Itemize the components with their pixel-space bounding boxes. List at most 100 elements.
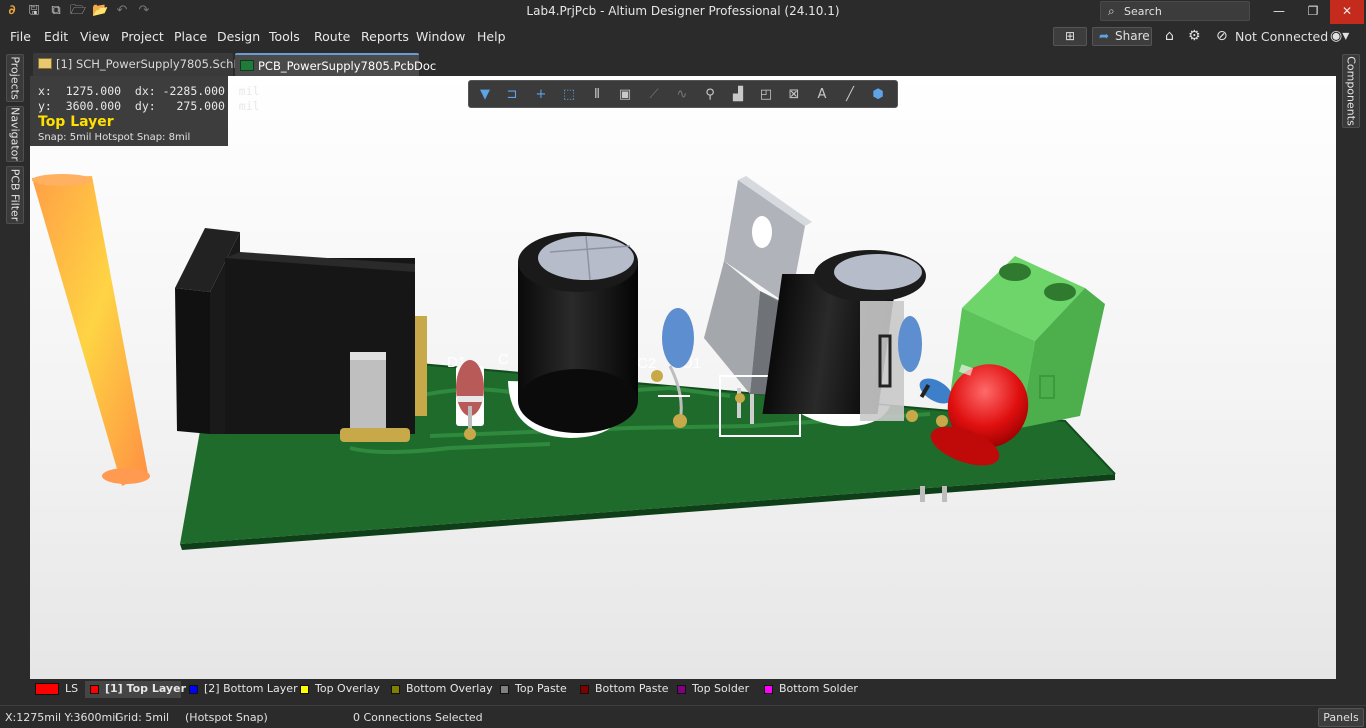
- layer-color-swatch: [500, 685, 509, 694]
- layer-tab-label: Bottom Solder: [779, 682, 858, 695]
- align-icon[interactable]: ⫴: [587, 85, 607, 105]
- panel-tab-label: PCB Filter: [8, 168, 22, 222]
- layer-tab-label: Top Paste: [515, 682, 567, 695]
- pcb-3d-viewport[interactable]: D1 C C2 U1 x: 1275.000 dx: -2285.000 mil…: [30, 76, 1336, 679]
- filter-icon[interactable]: ▼: [475, 85, 495, 105]
- menu-place[interactable]: Place: [174, 29, 207, 44]
- right-panel-dock: Components: [1336, 50, 1366, 705]
- share-label: Share: [1115, 29, 1150, 43]
- share-button[interactable]: ➦ Share: [1092, 27, 1152, 46]
- layer-tab-label: Bottom Overlay: [406, 682, 493, 695]
- user-avatar-icon[interactable]: ◉▾: [1330, 28, 1349, 44]
- layer-tab-bottom-solder[interactable]: Bottom Solder: [759, 681, 859, 698]
- layer-tabs-bar: LS [1] Top Layer [2] Bottom Layer Top Ov…: [30, 679, 1336, 699]
- layer-tab-top-layer[interactable]: [1] Top Layer: [85, 681, 186, 698]
- status-snap: (Hotspot Snap): [185, 711, 268, 724]
- menu-tools[interactable]: Tools: [269, 29, 300, 44]
- via-icon[interactable]: ⚲: [700, 85, 720, 105]
- layer-tab-label: [1] Top Layer: [105, 682, 186, 695]
- layer-color-swatch: [391, 685, 400, 694]
- panel-tab-label: Projects: [8, 56, 22, 100]
- interactive-routing-icon[interactable]: ⊐: [502, 85, 522, 105]
- tab-pcb[interactable]: PCB_PowerSupply7805.PcbDoc: [235, 53, 436, 76]
- status-bar: X:1275mil Y:3600mil Grid: 5mil (Hotspot …: [0, 705, 1366, 728]
- menu-help[interactable]: Help: [477, 29, 506, 44]
- layer-color-swatch: [764, 685, 773, 694]
- layer-color-swatch: [189, 685, 198, 694]
- pcb-doc-icon: [240, 60, 254, 71]
- layer-set-label: LS: [65, 682, 79, 695]
- schematic-doc-icon: [38, 58, 52, 69]
- layer-set-swatch: [35, 683, 59, 695]
- layer-tab-label: [2] Bottom Layer: [204, 682, 298, 695]
- silk-label-c1: C: [498, 351, 509, 368]
- silk-label-c2: C2: [637, 355, 656, 372]
- layer-color-swatch: [580, 685, 589, 694]
- hud-x-readout: x: 1275.000 dx: -2285.000 mil: [38, 84, 260, 98]
- gear-icon[interactable]: ⚙: [1188, 28, 1201, 44]
- panel-tab-projects[interactable]: Projects: [6, 54, 24, 102]
- layer-tab-top-solder[interactable]: Top Solder: [672, 681, 756, 698]
- document-tabs: [1] SCH_PowerSupply7805.SchDoc PCB_Power…: [30, 50, 1336, 76]
- layer-tab-bottom-paste[interactable]: Bottom Paste: [575, 681, 669, 698]
- menu-design[interactable]: Design: [217, 29, 260, 44]
- menu-bar: File Edit View Project Place Design Tool…: [0, 24, 1366, 50]
- active-bar-toolbar: ▼ ⊐ + ⬚ ⫴ ▣ ⟋ ∿ ⚲ ▟ ◰ ⊠ A ╱ ⬢: [468, 80, 898, 108]
- panel-tab-pcb-filter[interactable]: PCB Filter: [6, 166, 24, 224]
- search-placeholder: Search: [1124, 5, 1162, 18]
- layer-tab-bottom-layer[interactable]: [2] Bottom Layer: [184, 681, 298, 698]
- menu-route[interactable]: Route: [314, 29, 350, 44]
- menu-edit[interactable]: Edit: [44, 29, 68, 44]
- shape-icon[interactable]: ⊠: [784, 85, 804, 105]
- minimize-button[interactable]: —: [1262, 0, 1296, 24]
- comment-icon: ⊞: [1064, 29, 1076, 43]
- menu-project[interactable]: Project: [121, 29, 164, 44]
- status-grid: Grid: 5mil: [115, 711, 170, 724]
- fill-icon[interactable]: ▟: [728, 85, 748, 105]
- tab-schematic[interactable]: [1] SCH_PowerSupply7805.SchDoc: [33, 53, 256, 76]
- menu-window[interactable]: Window: [416, 29, 465, 44]
- left-panel-dock: Projects Navigator PCB Filter: [0, 50, 30, 705]
- route-icon[interactable]: ⟋: [644, 85, 664, 105]
- text-icon[interactable]: A: [812, 85, 832, 105]
- menu-view[interactable]: View: [80, 29, 110, 44]
- layer-tab-label: Top Overlay: [315, 682, 380, 695]
- title-bar: ∂ 🖫 ⧉ 🗁 📂 ↶ ↷ Lab4.PrjPcb - Altium Desig…: [0, 0, 1366, 24]
- crosshair-icon[interactable]: +: [531, 85, 551, 105]
- not-connected-icon: ⊘: [1216, 28, 1228, 44]
- 3d-body-icon[interactable]: ⬢: [868, 85, 888, 105]
- dc-jack-3d: [175, 228, 427, 442]
- component-icon[interactable]: ▣: [615, 85, 635, 105]
- line-icon[interactable]: ╱: [840, 85, 860, 105]
- panel-tab-components[interactable]: Components: [1342, 54, 1360, 128]
- hud-y-readout: y: 3600.000 dy: 275.000 mil: [38, 99, 260, 113]
- share-icon: ➦: [1099, 29, 1110, 43]
- layer-tab-top-paste[interactable]: Top Paste: [495, 681, 571, 698]
- layer-set-button[interactable]: LS: [33, 681, 81, 698]
- layer-color-swatch: [90, 685, 99, 694]
- layer-tab-top-overlay[interactable]: Top Overlay: [295, 681, 381, 698]
- close-button[interactable]: ✕: [1330, 0, 1364, 24]
- tab-label: [1] SCH_PowerSupply7805.SchDoc: [56, 57, 256, 71]
- menu-file[interactable]: File: [10, 29, 31, 44]
- home-icon[interactable]: ⌂: [1165, 28, 1174, 44]
- connection-status[interactable]: Not Connected: [1235, 29, 1328, 44]
- hud-current-layer: Top Layer: [38, 114, 114, 130]
- origin-marker-beam: [32, 174, 150, 486]
- select-rect-icon[interactable]: ⬚: [559, 85, 579, 105]
- layer-tab-bottom-overlay[interactable]: Bottom Overlay: [386, 681, 493, 698]
- diff-pair-icon[interactable]: ∿: [672, 85, 692, 105]
- status-cursor-position: X:1275mil Y:3600mil: [5, 711, 119, 724]
- menu-reports[interactable]: Reports: [361, 29, 409, 44]
- search-input[interactable]: ⌕ Search: [1100, 1, 1250, 21]
- panels-button[interactable]: Panels: [1318, 708, 1364, 727]
- panel-tab-navigator[interactable]: Navigator: [6, 106, 24, 162]
- status-connections: 0 Connections Selected: [353, 711, 483, 724]
- polygon-icon[interactable]: ◰: [756, 85, 776, 105]
- layer-tab-label: Bottom Paste: [595, 682, 669, 695]
- maximize-button[interactable]: ❐: [1296, 0, 1330, 24]
- capacitor-c1-3d: [508, 232, 638, 438]
- add-notification-button[interactable]: ⊞: [1053, 27, 1087, 46]
- panel-tab-label: Components: [1344, 56, 1358, 126]
- layer-color-swatch: [677, 685, 686, 694]
